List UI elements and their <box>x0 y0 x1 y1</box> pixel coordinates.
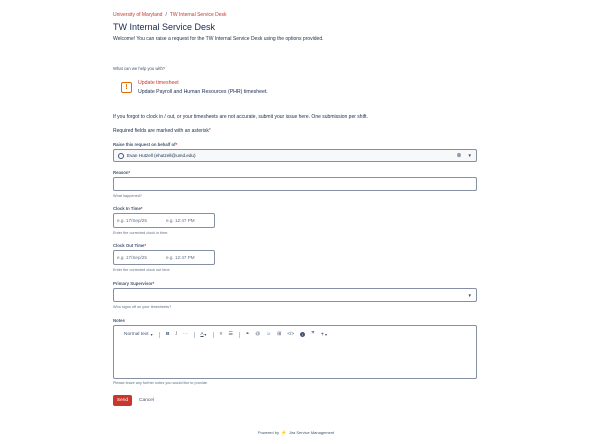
chevron-down-icon: ▼ <box>324 332 328 337</box>
welcome-message: Welcome! You can raise a request for the… <box>113 36 324 42</box>
clock-out-picker[interactable]: e.g. 17/Sep/25 e.g. 12:47 PM <box>113 250 215 265</box>
clock-in-date-input[interactable]: e.g. 17/Sep/25 <box>114 218 166 223</box>
breadcrumb-link-university[interactable]: University of Maryland <box>113 12 162 18</box>
clock-out-helper: Enter the corrected clock out time. <box>113 268 171 272</box>
clock-out-label: Clock Out Time* <box>113 243 147 248</box>
supervisor-select[interactable]: ▼ <box>113 288 477 302</box>
info-text: If you forgot to clock in / out, or your… <box>113 114 368 120</box>
footer-prefix: Powered by <box>257 430 279 435</box>
reason-input[interactable] <box>113 177 477 191</box>
user-avatar-icon <box>118 152 124 159</box>
code-icon[interactable]: </> <box>287 332 294 337</box>
chevron-down-icon[interactable]: ▼ <box>468 293 472 298</box>
toolbar-divider <box>238 331 240 338</box>
breadcrumb: University of Maryland / TW Internal Ser… <box>113 12 227 18</box>
mention-icon[interactable]: @ <box>255 332 260 337</box>
jira-logo-icon: ⚡ <box>281 430 287 435</box>
request-type-description: Update Payroll and Human Resources (PHR)… <box>138 89 268 95</box>
on-behalf-value: Evan Hutzell (ehutzell@umd.edu) <box>127 153 196 158</box>
reason-label: Reason* <box>113 170 131 175</box>
send-button[interactable]: Send <box>113 395 132 406</box>
reason-helper: What happened? <box>113 194 142 198</box>
chevron-down-icon: ▼ <box>203 332 208 337</box>
on-behalf-label: Raise this request on behalf of* <box>113 142 178 147</box>
italic-icon[interactable]: I <box>175 332 177 337</box>
request-type-name[interactable]: Update timesheet <box>138 80 268 86</box>
chevron-down-icon: ▼ <box>149 332 154 337</box>
cancel-button[interactable]: Cancel <box>139 395 154 406</box>
request-type-card[interactable]: ! Update timesheet Update Payroll and Hu… <box>121 80 268 95</box>
info-panel-icon[interactable]: i <box>300 332 306 337</box>
table-icon[interactable]: ⊞ <box>277 332 281 337</box>
clock-out-date-input[interactable]: e.g. 17/Sep/25 <box>114 255 166 260</box>
clock-in-picker[interactable]: e.g. 17/Sep/25 e.g. 12:47 PM <box>113 213 215 228</box>
toolbar-divider <box>213 331 214 338</box>
clock-in-label: Clock In Time* <box>113 206 143 211</box>
clear-icon[interactable]: ⊗ <box>457 152 462 159</box>
more-formatting-icon[interactable]: ··· <box>183 332 188 337</box>
toolbar-divider <box>159 331 160 338</box>
breadcrumb-link-service-desk[interactable]: TW Internal Service Desk <box>170 12 227 18</box>
quote-icon[interactable]: ” <box>311 331 315 338</box>
text-style-dropdown[interactable]: Normal text ▼ <box>124 332 153 337</box>
supervisor-helper: Who signs off on your timesheets? <box>113 305 172 309</box>
link-icon[interactable]: ⚭ <box>245 332 249 337</box>
notes-label: Notes <box>113 318 125 323</box>
insert-icon[interactable]: + ▼ <box>321 332 328 338</box>
notes-helper: Please leave any further notes you would… <box>113 381 208 385</box>
on-behalf-select[interactable]: Evan Hutzell (ehutzell@umd.edu) ⊗ ▼ <box>113 149 477 162</box>
clock-in-helper: Enter the corrected clock in time. <box>113 231 169 235</box>
footer-product-link[interactable]: Jira Service Management <box>289 430 334 435</box>
editor-toolbar: Normal text ▼ B I ··· A ▼ ≡ ☰ ⚭ @ ☺ ⊞ </>… <box>124 331 334 338</box>
required-note: Required fields are marked with an aster… <box>113 128 211 134</box>
bullet-list-icon[interactable]: ≡ <box>220 332 223 337</box>
supervisor-label: Primary Supervisor* <box>113 281 155 286</box>
toolbar-divider <box>193 331 195 338</box>
clock-out-time-input[interactable]: e.g. 12:47 PM <box>166 255 195 260</box>
chevron-down-icon[interactable]: ▼ <box>468 153 472 158</box>
emoji-icon[interactable]: ☺ <box>266 332 271 337</box>
help-question: What can we help you with? <box>113 66 166 71</box>
text-color-icon[interactable]: A ▼ <box>200 332 207 337</box>
exclamation-icon: ! <box>121 82 132 93</box>
clock-in-time-input[interactable]: e.g. 12:47 PM <box>166 218 195 223</box>
breadcrumb-separator: / <box>165 12 167 18</box>
notes-editor[interactable]: Normal text ▼ B I ··· A ▼ ≡ ☰ ⚭ @ ☺ ⊞ </>… <box>113 325 477 379</box>
numbered-list-icon[interactable]: ☰ <box>228 332 232 337</box>
bold-icon[interactable]: B <box>166 332 169 337</box>
footer: Powered by ⚡ Jira Service Management <box>0 430 592 436</box>
page-title: TW Internal Service Desk <box>113 22 216 32</box>
